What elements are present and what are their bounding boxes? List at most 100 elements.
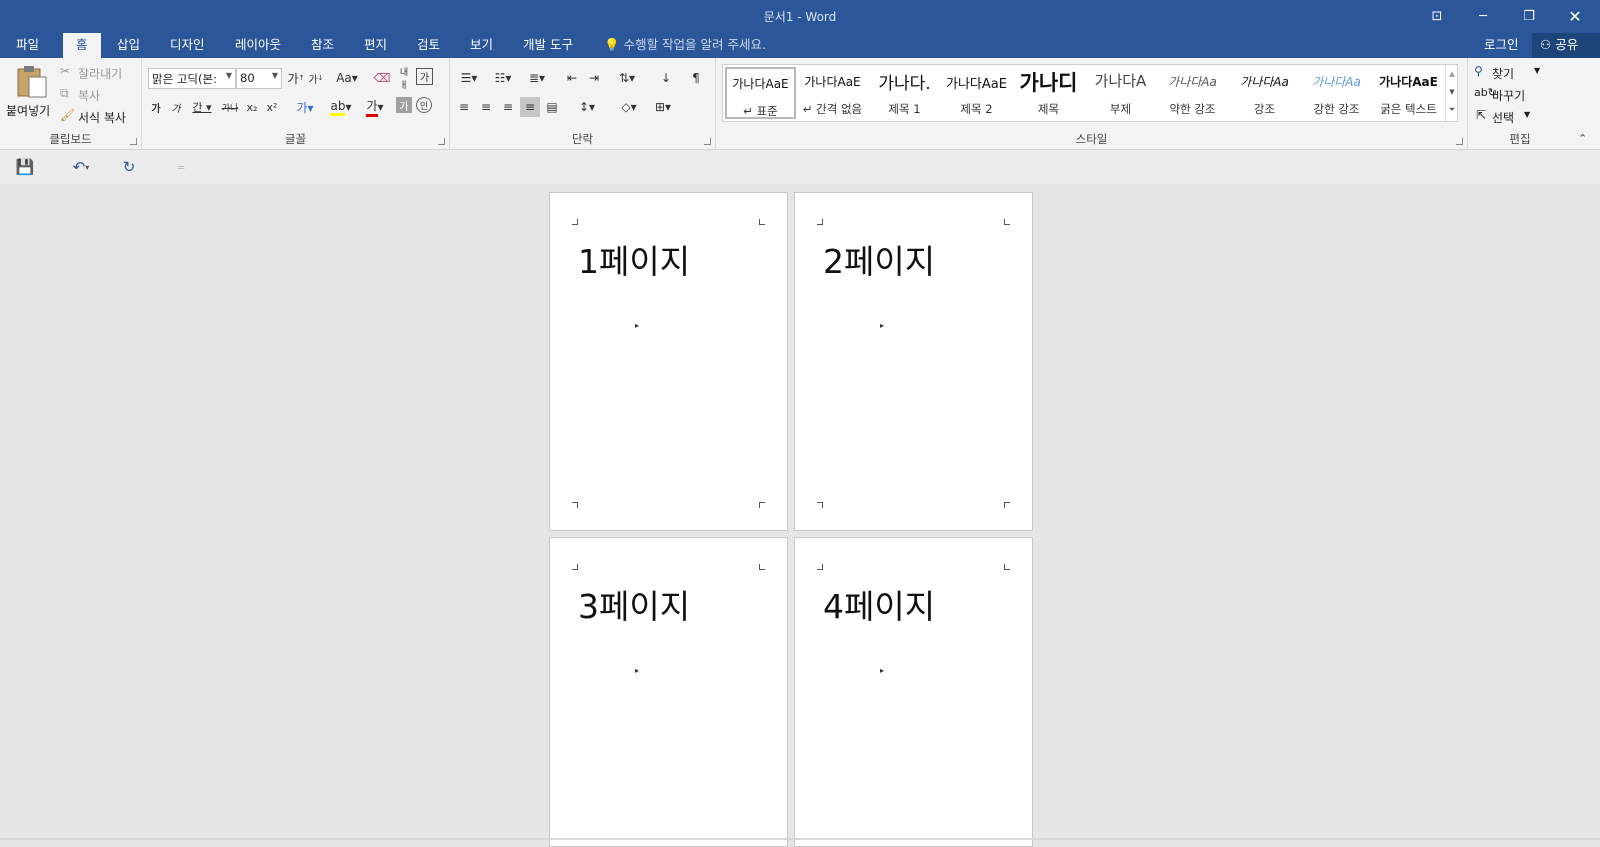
superscript-icon[interactable]: x² bbox=[262, 97, 282, 117]
font-name-combo[interactable]: 맑은 고딕(본: ▼ bbox=[148, 68, 236, 89]
tab-design[interactable]: 디자인 bbox=[157, 33, 218, 58]
sort-icon[interactable]: ↓ bbox=[656, 68, 676, 88]
redo-icon[interactable]: ↻ bbox=[118, 156, 140, 178]
style-normal[interactable]: 가나다AaE ↵ 표준 bbox=[725, 67, 796, 119]
style-preview: 가나다AaE bbox=[1379, 75, 1438, 89]
clipboard-group-label: 클립보드 bbox=[49, 132, 92, 146]
strikethrough-icon[interactable]: 가나 bbox=[220, 97, 240, 117]
justify-icon[interactable]: ≡ bbox=[520, 97, 540, 117]
tab-review[interactable]: 검토 bbox=[404, 33, 453, 58]
shrink-font-icon[interactable]: 가 ↓ bbox=[306, 68, 326, 88]
show-paragraph-marks-icon[interactable]: ¶ bbox=[686, 68, 706, 88]
change-case-icon[interactable]: Aa▾ bbox=[332, 68, 362, 88]
customize-qat-icon[interactable]: = bbox=[170, 156, 192, 178]
style-title[interactable]: 가나디 제목 bbox=[1013, 67, 1084, 119]
line-spacing-icon[interactable]: ↕▾ bbox=[572, 97, 602, 117]
cut-button[interactable]: ✂ 잘라내기 bbox=[60, 62, 140, 82]
style-heading-2[interactable]: 가나다AaE 제목 2 bbox=[941, 67, 1012, 119]
tab-insert[interactable]: 삽입 bbox=[104, 33, 153, 58]
page-text[interactable]: 3페이지 bbox=[578, 580, 690, 628]
undo-icon[interactable]: ↶ ▾ bbox=[64, 156, 98, 178]
replace-label: 바꾸기 bbox=[1492, 89, 1526, 103]
text-effects-icon[interactable]: 가▾ bbox=[290, 97, 320, 117]
italic-icon[interactable]: 가 bbox=[166, 97, 186, 117]
font-group: 맑은 고딕(본: ▼ 80 ▼ 가 ↑ 가 ↓ Aa▾ ⌫ 내ㅐ 가 가 가 간 ▾ 가… bbox=[142, 58, 450, 150]
tell-me-search[interactable]: 💡 수행할 작업을 알려 주세요. bbox=[604, 33, 766, 58]
font-color-icon[interactable]: 가 ▾ bbox=[360, 97, 390, 117]
enclosed-character-icon[interactable]: 인 bbox=[416, 97, 432, 113]
character-shading-icon[interactable]: 가 bbox=[396, 97, 412, 113]
clipboard-launcher-icon[interactable] bbox=[130, 138, 137, 145]
underline-icon[interactable]: 간 ▾ bbox=[188, 97, 216, 117]
style-intense-emphasis[interactable]: 가나다Aa 강한 강조 bbox=[1301, 67, 1372, 119]
scroll-up-icon[interactable]: ▲ bbox=[1446, 65, 1458, 83]
style-emphasis[interactable]: 가나다Aa 강조 bbox=[1229, 67, 1300, 119]
paragraph-mark: ▸ bbox=[880, 321, 885, 330]
style-preview: 가나다A bbox=[1094, 72, 1147, 90]
grow-font-icon[interactable]: 가 ↑ bbox=[286, 68, 306, 88]
paste-button[interactable]: 붙여넣기 bbox=[6, 64, 52, 126]
tab-mailings[interactable]: 편지 bbox=[351, 33, 400, 58]
paragraph-launcher-icon[interactable] bbox=[704, 138, 711, 145]
style-heading-1[interactable]: 가나다. 제목 1 bbox=[869, 67, 940, 119]
bold-icon[interactable]: 가 bbox=[146, 97, 166, 117]
select-button[interactable]: ⇱ 선택 ▼ bbox=[1474, 106, 1564, 126]
style-subtitle[interactable]: 가나다A 부제 bbox=[1085, 67, 1156, 119]
document-page[interactable]: 4페이지 ▸ bbox=[794, 537, 1033, 847]
clear-formatting-icon[interactable]: ⌫ bbox=[372, 68, 392, 88]
style-name: 제목 1 bbox=[888, 102, 921, 116]
text-direction-icon[interactable]: ⇅▾ bbox=[612, 68, 642, 88]
copy-button[interactable]: ⧉ 복사 bbox=[60, 84, 140, 104]
tab-home[interactable]: 홈 bbox=[63, 33, 101, 58]
align-right-icon[interactable]: ≡ bbox=[498, 97, 518, 117]
decrease-indent-icon[interactable]: ⇤ bbox=[562, 68, 582, 88]
enclose-characters-icon[interactable]: 가 bbox=[416, 68, 433, 85]
subscript-icon[interactable]: x₂ bbox=[242, 97, 262, 117]
font-launcher-icon[interactable] bbox=[438, 138, 445, 145]
ribbon-display-options-icon[interactable]: ⊡ bbox=[1414, 0, 1460, 33]
tab-references[interactable]: 참조 bbox=[298, 33, 347, 58]
document-page[interactable]: 2페이지 ▸ bbox=[794, 192, 1033, 531]
tab-layout[interactable]: 레이아웃 bbox=[222, 33, 294, 58]
style-strong[interactable]: 가나다AaE 굵은 텍스트 bbox=[1373, 67, 1444, 119]
find-button[interactable]: ⚲ 찾기 ▼ bbox=[1474, 62, 1564, 82]
restore-button[interactable]: ❐ bbox=[1506, 0, 1552, 33]
save-icon[interactable]: 💾 bbox=[14, 156, 36, 178]
minimize-button[interactable]: ─ bbox=[1460, 0, 1506, 33]
close-button[interactable]: ✕ bbox=[1552, 0, 1598, 33]
tab-developer[interactable]: 개발 도구 bbox=[510, 33, 586, 58]
shading-icon[interactable]: ◇▾ bbox=[614, 97, 644, 117]
document-canvas[interactable]: 1페이지 ▸ 2페이지 ▸ 3페이지 ▸ 4페이지 ▸ bbox=[0, 184, 1600, 847]
style-no-spacing[interactable]: 가나다AaE ↵ 간격 없음 bbox=[797, 67, 868, 119]
borders-icon[interactable]: ⊞▾ bbox=[648, 97, 678, 117]
margin-corner bbox=[572, 564, 578, 570]
align-left-icon[interactable]: ≡ bbox=[454, 97, 474, 117]
format-painter-button[interactable]: 🖌 서식 복사 bbox=[60, 106, 140, 126]
multilevel-list-icon[interactable]: ≣▾ bbox=[522, 68, 552, 88]
increase-indent-icon[interactable]: ⇥ bbox=[584, 68, 604, 88]
align-center-icon[interactable]: ≡ bbox=[476, 97, 496, 117]
phonetic-guide-icon[interactable]: 내ㅐ bbox=[394, 68, 414, 91]
styles-more-icon[interactable]: ⏷ bbox=[1446, 101, 1458, 119]
page-text[interactable]: 4페이지 bbox=[823, 580, 935, 628]
collapse-ribbon-icon[interactable]: ⌃ bbox=[1578, 132, 1587, 145]
replace-button[interactable]: ab↻ 바꾸기 bbox=[1474, 84, 1564, 104]
document-page[interactable]: 3페이지 ▸ bbox=[549, 537, 788, 847]
highlight-color-icon[interactable]: ab ▾ bbox=[326, 97, 356, 117]
page-text[interactable]: 1페이지 bbox=[578, 235, 690, 283]
scroll-down-icon[interactable]: ▼ bbox=[1446, 83, 1458, 101]
tab-file[interactable]: 파일 bbox=[3, 33, 52, 58]
styles-launcher-icon[interactable] bbox=[1456, 138, 1463, 145]
find-label: 찾기 bbox=[1492, 67, 1515, 81]
style-subtle-emphasis[interactable]: 가나다Aa 약한 강조 bbox=[1157, 67, 1228, 119]
tab-view[interactable]: 보기 bbox=[457, 33, 506, 58]
login-link[interactable]: 로그인 bbox=[1484, 33, 1519, 57]
bullets-icon[interactable]: ☰▾ bbox=[454, 68, 484, 88]
page-text[interactable]: 2페이지 bbox=[823, 235, 935, 283]
document-page[interactable]: 1페이지 ▸ bbox=[549, 192, 788, 531]
font-size-combo[interactable]: 80 ▼ bbox=[236, 68, 282, 89]
distributed-icon[interactable]: ▤ bbox=[542, 97, 562, 117]
paste-label: 붙여넣기 bbox=[6, 104, 51, 118]
numbering-icon[interactable]: ☷▾ bbox=[488, 68, 518, 88]
share-button[interactable]: ⚇ 공유 bbox=[1532, 33, 1600, 58]
